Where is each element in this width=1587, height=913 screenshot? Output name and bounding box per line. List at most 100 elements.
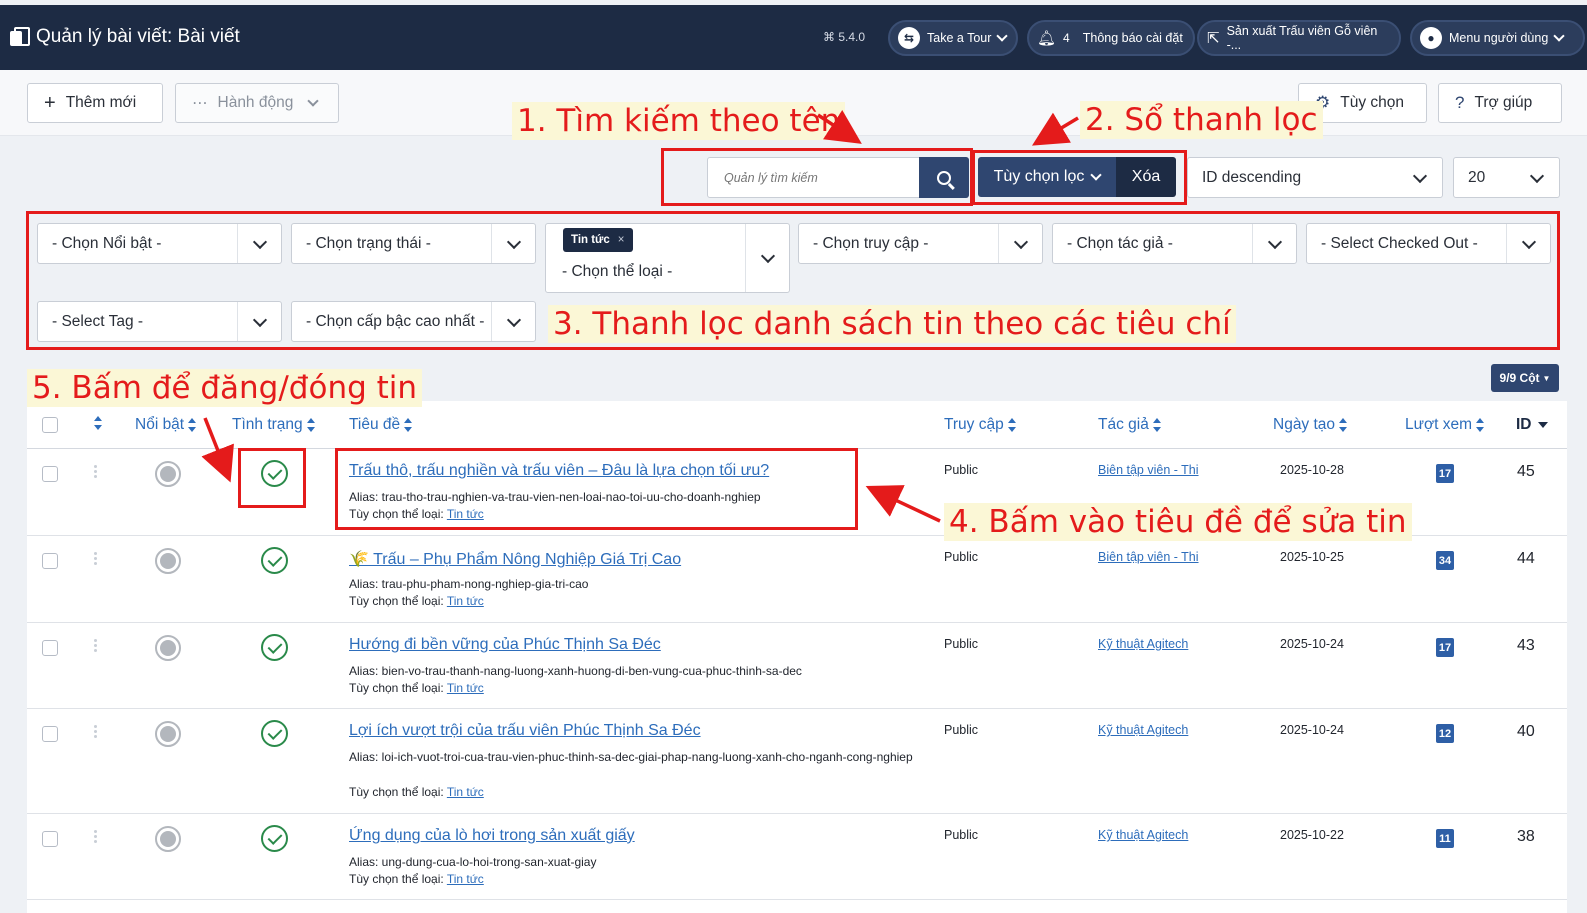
category-prefix: Tùy chọn thể loại: <box>349 872 444 886</box>
hits-badge: 12 <box>1436 724 1454 743</box>
row-checkbox[interactable] <box>42 640 58 656</box>
title-header[interactable]: Tiêu đề <box>349 416 413 434</box>
id-value: 45 <box>1517 463 1535 480</box>
drag-handle-icon[interactable] <box>94 725 98 739</box>
access-header-label: Truy cập <box>944 416 1004 433</box>
select-all-checkbox[interactable] <box>42 417 58 433</box>
help-button[interactable]: ? Trợ giúp <box>1438 83 1562 123</box>
id-value: 44 <box>1517 550 1535 567</box>
drag-handle-icon[interactable] <box>94 465 98 479</box>
article-title-link[interactable]: Lợi ích vượt trội của trấu viên Phúc Thị… <box>349 722 701 740</box>
sort-desc-icon <box>1537 422 1548 428</box>
drag-handle-icon[interactable] <box>94 552 98 566</box>
category-link[interactable]: Tin tức <box>447 872 484 886</box>
limit-value: 20 <box>1468 168 1486 186</box>
row-checkbox[interactable] <box>42 831 58 847</box>
id-value: 43 <box>1517 637 1535 654</box>
new-button-label: Thêm mới <box>65 94 137 111</box>
sort-select[interactable]: ID descending <box>1187 157 1443 198</box>
view-site-button[interactable]: ⇱ Sản xuất Trấu viên Gỗ viên -... <box>1197 20 1401 56</box>
annotation-note-2: 2. Sổ thanh lọc <box>1080 101 1323 139</box>
page-title-text: Quản lý bài viết: Bài viết <box>36 26 240 47</box>
category-link[interactable]: Tin tức <box>447 681 484 695</box>
chevron-down-icon <box>996 30 1009 42</box>
article-alias: Alias: loi-ich-vuot-troi-cua-trau-vien-p… <box>349 750 913 764</box>
id-header[interactable]: ID <box>1516 416 1548 434</box>
hits-badge: 11 <box>1436 829 1454 848</box>
author-link[interactable]: Biên tập viên - Thi <box>1098 550 1199 564</box>
published-toggle[interactable] <box>261 547 288 574</box>
notifications-button[interactable]: 🔔︎ 4 Thông báo cài đặt <box>1027 20 1195 56</box>
article-category: Tùy chọn thể loại: Tin tức <box>349 594 484 608</box>
drag-handle-icon[interactable] <box>94 830 98 844</box>
columns-label: 9/9 Cột <box>1499 371 1540 385</box>
page-title: Quản lý bài viết: Bài viết <box>10 26 240 48</box>
limit-select[interactable]: 20 <box>1453 157 1560 198</box>
new-button[interactable]: + Thêm mới <box>27 83 163 123</box>
featured-toggle[interactable] <box>155 548 181 574</box>
access-value: Public <box>944 463 979 477</box>
id-value: 40 <box>1517 723 1535 740</box>
author-header[interactable]: Tác giả <box>1098 416 1162 434</box>
annotation-box-filter <box>972 150 1187 205</box>
article-category: Tùy chọn thể loại: Tin tức <box>349 681 484 695</box>
published-toggle[interactable] <box>261 634 288 661</box>
sort-value: ID descending <box>1202 168 1302 186</box>
ordering-header[interactable] <box>94 416 103 430</box>
signpost-icon: ⇆ <box>898 27 920 49</box>
annotation-note-1: 1. Tìm kiếm theo tên <box>512 102 846 140</box>
access-value: Public <box>944 550 979 564</box>
actions-dropdown[interactable]: ⋯ Hành động <box>175 83 339 123</box>
article-title-link[interactable]: Ứng dụng của lò hơi trong sản xuất giấy <box>349 827 635 845</box>
ellipsis-icon: ⋯ <box>192 94 208 112</box>
table-row: Hướng đi bền vững của Phúc Thịnh Sa Đéc … <box>27 623 1567 709</box>
take-tour-button[interactable]: ⇆ Take a Tour <box>888 20 1019 56</box>
author-link[interactable]: Kỹ thuật Agitech <box>1098 637 1188 651</box>
plus-icon: + <box>44 91 56 114</box>
version-label: ⌘ 5.4.0 <box>823 30 866 44</box>
published-toggle[interactable] <box>261 825 288 852</box>
access-value: Public <box>944 637 979 651</box>
help-label: Trợ giúp <box>1474 94 1533 111</box>
featured-toggle[interactable] <box>155 635 181 661</box>
row-checkbox[interactable] <box>42 553 58 569</box>
drag-handle-icon[interactable] <box>94 639 98 653</box>
user-menu-label: Menu người dùng <box>1449 31 1549 45</box>
author-link[interactable]: Kỹ thuật Agitech <box>1098 828 1188 842</box>
featured-toggle[interactable] <box>155 721 181 747</box>
article-title-link[interactable]: 🌾 Trấu – Phụ Phẩm Nông Nghiệp Giá Trị Ca… <box>349 549 681 569</box>
id-value: 38 <box>1517 828 1535 845</box>
columns-button[interactable]: 9/9 Cột ▼ <box>1491 364 1559 392</box>
author-link[interactable]: Biên tập viên - Thi <box>1098 463 1199 477</box>
row-checkbox[interactable] <box>42 726 58 742</box>
featured-toggle[interactable] <box>155 461 181 487</box>
table-header: Nổi bật Tình trạng Tiêu đề Truy cập Tác … <box>27 401 1567 449</box>
hits-header[interactable]: Lượt xem <box>1405 416 1485 434</box>
category-prefix: Tùy chọn thể loại: <box>349 681 444 695</box>
created-header-label: Ngày tạo <box>1273 416 1336 433</box>
published-toggle[interactable] <box>261 720 288 747</box>
sort-icon <box>306 418 316 432</box>
question-icon: ? <box>1455 93 1465 112</box>
category-prefix: Tùy chọn thể loại: <box>349 785 444 799</box>
sort-icon <box>404 418 413 432</box>
created-date: 2025-10-22 <box>1280 828 1344 842</box>
access-header[interactable]: Truy cập <box>944 416 1017 434</box>
user-menu-button[interactable]: ● Menu người dùng <box>1410 20 1585 56</box>
article-title-link[interactable]: Hướng đi bền vững của Phúc Thịnh Sa Đéc <box>349 636 661 654</box>
created-header[interactable]: Ngày tạo <box>1273 416 1348 434</box>
title-header-label: Tiêu đề <box>349 416 401 433</box>
author-link[interactable]: Kỹ thuật Agitech <box>1098 723 1188 737</box>
status-header[interactable]: Tình trạng <box>232 416 316 434</box>
access-value: Public <box>944 828 979 842</box>
chevron-down-icon <box>1553 30 1565 42</box>
sort-icon <box>1007 418 1017 432</box>
featured-header[interactable]: Nổi bật <box>135 416 197 434</box>
row-checkbox[interactable] <box>42 466 58 482</box>
created-date: 2025-10-28 <box>1280 463 1344 477</box>
category-link[interactable]: Tin tức <box>447 594 484 608</box>
category-link[interactable]: Tin tức <box>447 785 484 799</box>
featured-toggle[interactable] <box>155 826 181 852</box>
table-row: Ứng dụng của lò hơi trong sản xuất giấy … <box>27 814 1567 900</box>
documents-icon <box>10 27 30 47</box>
